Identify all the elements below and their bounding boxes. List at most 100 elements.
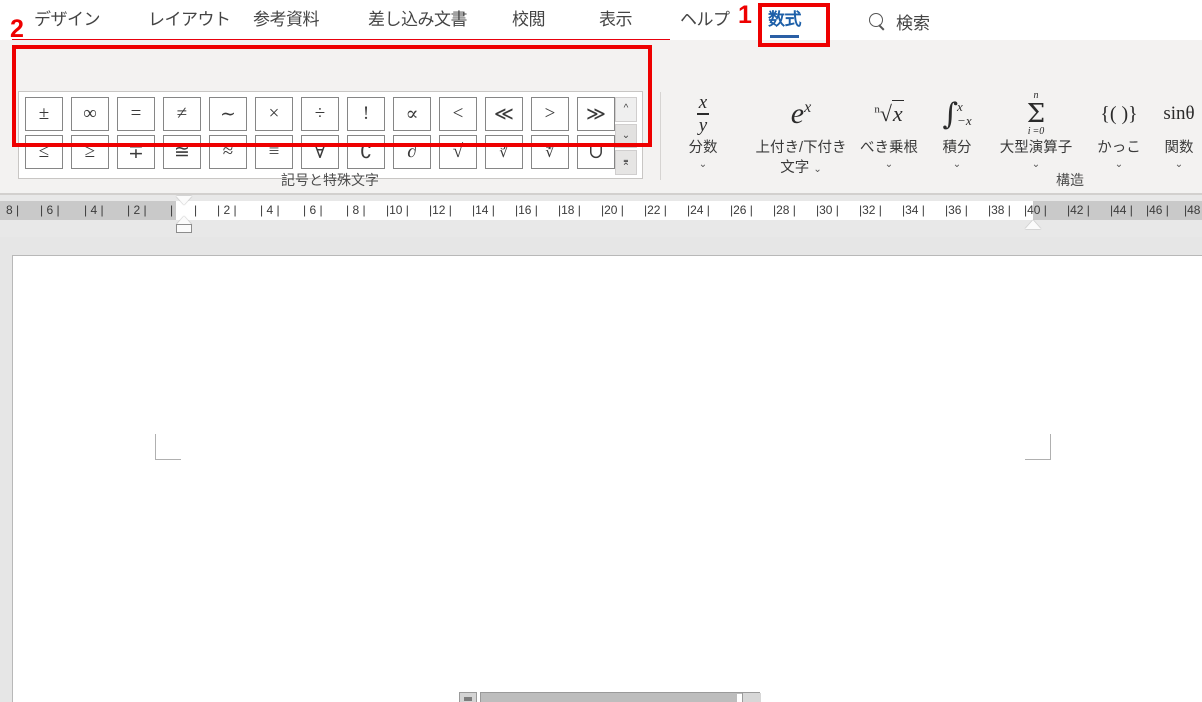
- superscript-icon: ex: [790, 97, 812, 130]
- structure-label: 分数: [688, 140, 718, 156]
- tab-label: デザイン: [34, 10, 101, 29]
- document-page[interactable]: [12, 255, 1202, 702]
- structure-radical[interactable]: n√x べき乗根 ⌄: [852, 89, 926, 170]
- drag-handle-icon[interactable]: [459, 692, 477, 702]
- structure-script[interactable]: ex 上付き/下付き 文字 ⌄: [742, 89, 860, 178]
- chevron-down-icon[interactable]: ⌄: [1175, 159, 1183, 170]
- equation-options-bar[interactable]: ⇤: [742, 693, 761, 702]
- group-label-structures: 構造: [1056, 172, 1084, 188]
- symbol-minusplus[interactable]: ∓: [117, 135, 155, 169]
- word-window: デザイン レイアウト 参考資料 差し込み文書 校閲 表示 ヘルプ 数式 検索 ±…: [0, 0, 1202, 702]
- tab-references[interactable]: 参考資料: [253, 6, 320, 36]
- chevron-down-icon[interactable]: ⌄: [699, 159, 707, 170]
- ruler-tick: |14 |: [472, 203, 495, 217]
- symbol-notequal[interactable]: ≠: [163, 97, 201, 131]
- structure-label: 大型演算子: [999, 140, 1073, 156]
- symbol-fourthroot[interactable]: ∜: [531, 135, 569, 169]
- symbol-muchgreater[interactable]: ≫: [577, 97, 615, 131]
- symbol-cbrt[interactable]: ∛: [485, 135, 523, 169]
- ruler-tick: |26 |: [730, 203, 753, 217]
- ruler-tick: |10 |: [386, 203, 409, 217]
- scroll-up-icon[interactable]: ^: [615, 97, 637, 122]
- symbol-proportional[interactable]: ∝: [393, 97, 431, 131]
- left-indent-marker[interactable]: [176, 224, 192, 233]
- ruler-tick: |38 |: [988, 203, 1011, 217]
- symbol-lessequal[interactable]: ≤: [25, 135, 63, 169]
- structure-bracket[interactable]: {( )} かっこ ⌄: [1088, 89, 1150, 170]
- first-line-indent-marker[interactable]: [176, 196, 192, 205]
- tab-label: 数式: [768, 10, 802, 29]
- symbol-partial[interactable]: ∂: [393, 135, 431, 169]
- ruler-tick: |46 |: [1146, 203, 1169, 217]
- margin-corner-topright: [1025, 434, 1051, 460]
- structure-label: 上付き/下付き: [755, 140, 847, 156]
- chevron-down-icon[interactable]: ⌄: [1115, 159, 1123, 170]
- symbol-complement[interactable]: ∁: [347, 135, 385, 169]
- symbol-forall[interactable]: ∀: [301, 135, 339, 169]
- ruler-tick: | 2 |: [217, 203, 237, 217]
- symbol-greaterthan[interactable]: >: [531, 97, 569, 131]
- tab-equation[interactable]: 数式: [768, 6, 802, 38]
- symbol-plusminus[interactable]: ±: [25, 97, 63, 131]
- symbol-muchless[interactable]: ≪: [485, 97, 523, 131]
- symbol-identical[interactable]: ≡: [255, 135, 293, 169]
- group-separator: [660, 92, 661, 180]
- structure-label: かっこ: [1097, 140, 1141, 156]
- chevron-down-icon[interactable]: ⌄: [813, 164, 821, 175]
- structure-label: 関数: [1164, 140, 1194, 156]
- symbols-row-1: ± ∞ = ≠ ∼ × ÷ ! ∝ < ≪ > ≫: [25, 97, 642, 135]
- annotation-number-1: 1: [738, 1, 752, 29]
- bracket-icon: {( )}: [1100, 102, 1138, 125]
- symbols-row-2: ≤ ≥ ∓ ≅ ≈ ≡ ∀ ∁ ∂ √ ∛ ∜ ∪: [25, 135, 642, 173]
- symbol-lessthan[interactable]: <: [439, 97, 477, 131]
- active-tab-underline: [770, 35, 799, 38]
- symbol-equals[interactable]: =: [117, 97, 155, 131]
- ruler-tick: |42 |: [1067, 203, 1090, 217]
- tab-review[interactable]: 校閲: [512, 6, 546, 36]
- symbol-factorial[interactable]: !: [347, 97, 385, 131]
- tab-mailings[interactable]: 差し込み文書: [368, 6, 468, 36]
- ruler-tick: |44 |: [1110, 203, 1133, 217]
- ruler-tick: |30 |: [816, 203, 839, 217]
- symbol-union[interactable]: ∪: [577, 135, 615, 169]
- structure-integral[interactable]: ∫ x −x 積分 ⌄: [928, 89, 986, 170]
- search-icon: [868, 12, 887, 31]
- ruler-tick: | 8 |: [346, 203, 366, 217]
- ruler-tick: |22 |: [644, 203, 667, 217]
- integral-icon: ∫ x −x: [942, 96, 972, 132]
- tab-label: 差し込み文書: [368, 10, 468, 29]
- structure-function[interactable]: sinθ 関数 ⌄: [1152, 89, 1202, 170]
- search-box[interactable]: 検索: [868, 6, 930, 36]
- chevron-down-icon[interactable]: ⌄: [885, 159, 893, 170]
- tab-layout[interactable]: レイアウト: [148, 6, 231, 36]
- ruler[interactable]: 8 | | 6 | | 4 | | 2 | | | | 2 | | 4 | | …: [0, 195, 1202, 237]
- symbol-tilde[interactable]: ∼: [209, 97, 247, 131]
- tab-design[interactable]: デザイン: [34, 6, 101, 36]
- structure-label-line2: 文字 ⌄: [780, 159, 822, 176]
- symbols-gallery[interactable]: ± ∞ = ≠ ∼ × ÷ ! ∝ < ≪ > ≫ ≤ ≥ ∓ ≅ ≈ ≡ ∀ …: [18, 91, 643, 179]
- symbol-greaterequal[interactable]: ≥: [71, 135, 109, 169]
- right-indent-marker[interactable]: [1025, 220, 1041, 229]
- symbol-approx[interactable]: ≈: [209, 135, 247, 169]
- symbol-infinity[interactable]: ∞: [71, 97, 109, 131]
- symbol-times[interactable]: ×: [255, 97, 293, 131]
- symbol-congruent[interactable]: ≅: [163, 135, 201, 169]
- scroll-down-icon[interactable]: ⌄: [615, 123, 637, 149]
- ruler-tick: | 4 |: [84, 203, 104, 217]
- structure-large-operator[interactable]: n Σ i =0 大型演算子 ⌄: [986, 89, 1086, 170]
- tab-label: 表示: [599, 10, 633, 29]
- gallery-scroll-controls: ^ ⌄ ⌆: [615, 97, 637, 176]
- equation-field[interactable]: ここに数式を入力します。 ⇤: [480, 692, 761, 702]
- chevron-down-icon[interactable]: ⌄: [1032, 159, 1040, 170]
- margin-corner-topleft: [155, 434, 181, 460]
- structure-fraction[interactable]: xy 分数 ⌄: [672, 89, 734, 170]
- tab-help[interactable]: ヘルプ: [680, 6, 730, 36]
- symbol-sqrt[interactable]: √: [439, 135, 477, 169]
- open-gallery-icon[interactable]: ⌆: [615, 150, 637, 176]
- search-label: 検索: [896, 13, 930, 33]
- document-area: ここに数式を入力します。 ⇤: [0, 237, 1202, 702]
- tab-view[interactable]: 表示: [599, 6, 633, 36]
- ruler-tick: |40 |: [1024, 203, 1047, 217]
- symbol-divide[interactable]: ÷: [301, 97, 339, 131]
- chevron-down-icon[interactable]: ⌄: [953, 159, 961, 170]
